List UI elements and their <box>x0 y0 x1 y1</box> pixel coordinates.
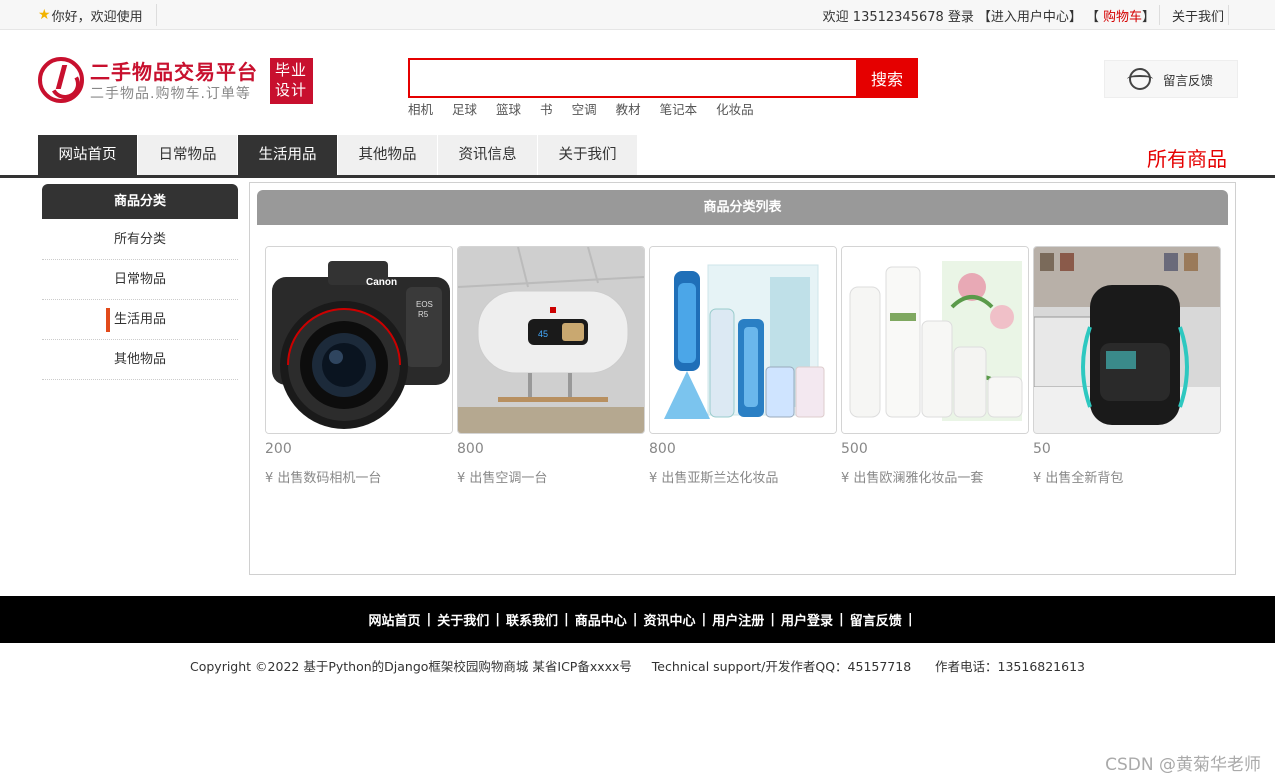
product-card[interactable]: 500 ¥ 出售欧澜雅化妆品一套 <box>841 246 1029 486</box>
hotword-link[interactable]: 笔记本 <box>660 99 698 118</box>
divider: | <box>701 612 707 627</box>
divider: | <box>839 612 844 627</box>
footer-link-login[interactable]: 用户登录 <box>781 610 833 629</box>
product-image-cosmetics-white[interactable] <box>841 246 1029 434</box>
product-price: 200 <box>265 441 292 457</box>
user-center-link[interactable]: 【进入用户中心】 <box>978 6 1082 25</box>
hotword-link[interactable]: 篮球 <box>496 99 521 118</box>
product-name[interactable]: ¥ 出售空调一台 <box>457 467 645 486</box>
divider: | <box>563 612 569 627</box>
nav-item-news[interactable]: 资讯信息 <box>438 135 538 175</box>
nav-item-home[interactable]: 网站首页 <box>38 135 138 175</box>
product-card[interactable]: 800 ¥ 出售亚斯兰达化妆品 <box>649 246 837 486</box>
watermark-text: CSDN @黄菊华老师 <box>1105 755 1261 775</box>
category-list: 所有分类 日常物品 生活用品 其他物品 <box>42 220 238 380</box>
hotword-link[interactable]: 教材 <box>616 99 641 118</box>
logo-badge: 毕业 设计 <box>270 58 313 104</box>
nav-item-about[interactable]: 关于我们 <box>538 135 638 175</box>
search-button[interactable]: 搜索 <box>856 58 918 98</box>
star-icon: ★ <box>38 7 51 23</box>
product-price: 500 <box>841 441 868 457</box>
nav-item-living[interactable]: 生活用品 <box>238 135 338 175</box>
search-input[interactable] <box>408 58 858 98</box>
product-image-camera[interactable]: Canon EOS R5 <box>265 246 453 434</box>
product-name[interactable]: ¥ 出售数码相机一台 <box>265 467 453 486</box>
logo-subtitle: 二手物品.购物车.订单等 <box>90 86 251 102</box>
product-card[interactable]: 45 800 ¥ 出售空调一台 <box>457 246 645 486</box>
product-price: 800 <box>649 441 676 457</box>
about-link[interactable]: 关于我们 <box>1172 6 1224 25</box>
copyright-text: Copyright ©2022 基于Python的Django框架校园购物商城 … <box>189 659 1085 674</box>
nav-item-daily[interactable]: 日常物品 <box>138 135 238 175</box>
product-image-cosmetics-blue[interactable] <box>649 246 837 434</box>
divider: | <box>770 612 776 627</box>
top-bar: ★ 你好，欢迎使用 欢迎 13512345678 登录 【进入用户中心】 【购物… <box>0 0 1275 30</box>
main-nav: 网站首页 日常物品 生活用品 其他物品 资讯信息 关于我们 <box>38 135 638 175</box>
divider: | <box>426 612 432 627</box>
feedback-label: 留言反馈 <box>1162 72 1213 88</box>
logo-title: 二手物品交易平台 <box>90 60 258 84</box>
footer-link-home[interactable]: 网站首页 <box>368 610 420 629</box>
nav-item-other[interactable]: 其他物品 <box>338 135 438 175</box>
sidebar-item-other[interactable]: 其他物品 <box>42 340 238 380</box>
badge-line-2: 设计 <box>275 81 308 99</box>
welcome-text: 欢迎 13512345678 登录 <box>822 9 974 25</box>
search-box: 搜索 <box>408 58 918 98</box>
product-panel: 商品分类列表 Canon EOS R5 200 ¥ 出售数码相机一台 45 80… <box>249 182 1236 575</box>
cart-link[interactable]: 【购物车】 <box>1086 6 1155 25</box>
divider: | <box>632 612 638 627</box>
badge-line-1: 毕业 <box>275 61 308 79</box>
svg-text:45: 45 <box>538 329 548 339</box>
product-name[interactable]: ¥ 出售亚斯兰达化妆品 <box>649 467 837 486</box>
footer-links: 网站首页 | 关于我们 | 联系我们 | 商品中心 | 资讯中心 | 用户注册 | 用户登录… <box>0 596 1275 643</box>
footer-link-news[interactable]: 资讯中心 <box>644 610 696 629</box>
hot-keywords: 相机 足球 篮球 书 空调 教材 笔记本 化妆品 <box>408 99 773 118</box>
greeting-text: 你好，欢迎使用 <box>51 9 143 25</box>
hotword-link[interactable]: 空调 <box>572 99 597 118</box>
customer-service-icon <box>1126 68 1153 90</box>
product-card[interactable]: 50 ¥ 出售全新背包 <box>1033 246 1221 486</box>
product-card[interactable]: Canon EOS R5 200 ¥ 出售数码相机一台 <box>265 246 453 486</box>
all-goods-link[interactable]: 所有商品 <box>1147 143 1227 172</box>
footer-link-products[interactable]: 商品中心 <box>575 610 627 629</box>
footer-link-feedback[interactable]: 留言反馈 <box>850 610 902 629</box>
footer-link-about[interactable]: 关于我们 <box>437 610 489 629</box>
svg-text:EOS: EOS <box>416 300 433 309</box>
panel-title: 商品分类列表 <box>257 190 1228 225</box>
cart-label: 购物车 <box>1102 9 1142 25</box>
sidebar-title: 商品分类 <box>42 184 238 219</box>
product-price: 50 <box>1033 441 1051 457</box>
divider: | <box>495 612 500 627</box>
logo-icon <box>38 57 84 103</box>
product-name[interactable]: ¥ 出售全新背包 <box>1033 467 1221 486</box>
nav-underline <box>0 175 1275 178</box>
hotword-link[interactable]: 化妆品 <box>716 99 754 118</box>
footer-link-register[interactable]: 用户注册 <box>712 610 764 629</box>
svg-text:R5: R5 <box>418 310 429 319</box>
product-name[interactable]: ¥ 出售欧澜雅化妆品一套 <box>841 467 1029 486</box>
divider <box>1228 5 1229 25</box>
sidebar-item-daily[interactable]: 日常物品 <box>42 260 238 300</box>
site-logo[interactable]: 二手物品交易平台 二手物品.购物车.订单等 毕业 设计 <box>38 56 318 106</box>
footer-link-contact[interactable]: 联系我们 <box>506 610 558 629</box>
svg-text:Canon: Canon <box>366 277 397 288</box>
product-image-backpack[interactable] <box>1033 246 1221 434</box>
feedback-button[interactable]: 留言反馈 <box>1104 60 1238 98</box>
product-image-water-heater[interactable]: 45 <box>457 246 645 434</box>
hotword-link[interactable]: 相机 <box>408 99 433 118</box>
product-price: 800 <box>457 441 484 457</box>
divider <box>156 4 157 26</box>
divider: | <box>907 612 913 627</box>
sidebar-item-all[interactable]: 所有分类 <box>42 220 238 260</box>
hotword-link[interactable]: 足球 <box>452 99 477 118</box>
hotword-link[interactable]: 书 <box>540 99 553 118</box>
divider <box>1158 5 1160 25</box>
sidebar-item-living[interactable]: 生活用品 <box>42 300 238 340</box>
